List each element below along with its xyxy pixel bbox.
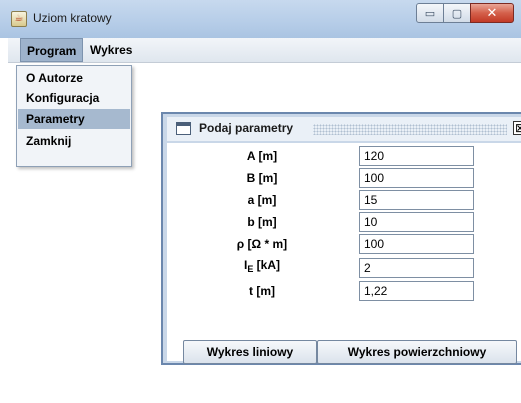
- window-client-area: Program Wykres Podaj parametry ⊠ A [m] B…: [8, 38, 521, 403]
- minimize-icon: ▭: [424, 7, 436, 20]
- title-bar-texture: [313, 124, 507, 135]
- maximize-button[interactable]: ▢: [444, 3, 470, 23]
- param-input-B[interactable]: [359, 168, 474, 188]
- window-title-bar: ☕ Uziom kratowy ▭ ▢ ✕: [0, 0, 521, 38]
- close-button[interactable]: ✕: [470, 3, 514, 23]
- close-icon: ✕: [486, 5, 498, 20]
- param-label-IE-unit: [kA]: [253, 258, 281, 272]
- param-label-b: b [m]: [247, 215, 277, 229]
- param-input-b[interactable]: [359, 212, 474, 232]
- parameters-internal-frame: Podaj parametry ⊠ A [m] B [m] a [m] b [m…: [161, 112, 521, 365]
- param-label-t: t [m]: [249, 284, 275, 298]
- surface-chart-button[interactable]: Wykres powierzchniowy: [317, 340, 517, 364]
- param-input-rho[interactable]: [359, 234, 474, 254]
- param-label-IE: IE [kA]: [167, 256, 357, 274]
- menu-program[interactable]: Program: [20, 38, 84, 62]
- param-input-t[interactable]: [359, 281, 474, 301]
- parameters-form: A [m] B [m] a [m] b [m] ρ [Ω * m] IE [kA…: [167, 143, 521, 364]
- internal-frame-title-bar[interactable]: Podaj parametry ⊠: [167, 117, 521, 141]
- param-input-IE[interactable]: [359, 258, 474, 278]
- menu-item-o-autorze[interactable]: O Autorze: [18, 68, 130, 88]
- close-box-icon: ⊠: [514, 121, 521, 135]
- param-label-A: A [m]: [246, 149, 278, 163]
- maximize-icon: ▢: [451, 7, 463, 20]
- window-title: Uziom kratowy: [33, 11, 112, 25]
- param-input-A[interactable]: [359, 146, 474, 166]
- menu-item-zamknij[interactable]: Zamknij: [18, 131, 130, 151]
- line-chart-button[interactable]: Wykres liniowy: [183, 340, 317, 364]
- internal-frame-close-button[interactable]: ⊠: [513, 121, 521, 135]
- param-label-a: a [m]: [247, 193, 277, 207]
- param-label-rho: ρ [Ω * m]: [236, 237, 288, 251]
- menu-bar: Program Wykres: [8, 38, 521, 63]
- menu-item-konfiguracja[interactable]: Konfiguracja: [18, 88, 130, 108]
- param-label-B: B [m]: [246, 171, 278, 185]
- window-controls: ▭ ▢ ✕: [416, 3, 514, 25]
- internal-frame-title: Podaj parametry: [199, 121, 294, 135]
- menu-item-parametry[interactable]: Parametry: [18, 109, 130, 129]
- menu-wykres[interactable]: Wykres: [84, 38, 138, 62]
- program-dropdown-menu: O Autorze Konfiguracja Parametry Zamknij: [16, 65, 132, 167]
- minimize-button[interactable]: ▭: [416, 3, 444, 23]
- frame-icon: [176, 122, 191, 135]
- java-icon: ☕: [11, 11, 27, 27]
- param-input-a[interactable]: [359, 190, 474, 210]
